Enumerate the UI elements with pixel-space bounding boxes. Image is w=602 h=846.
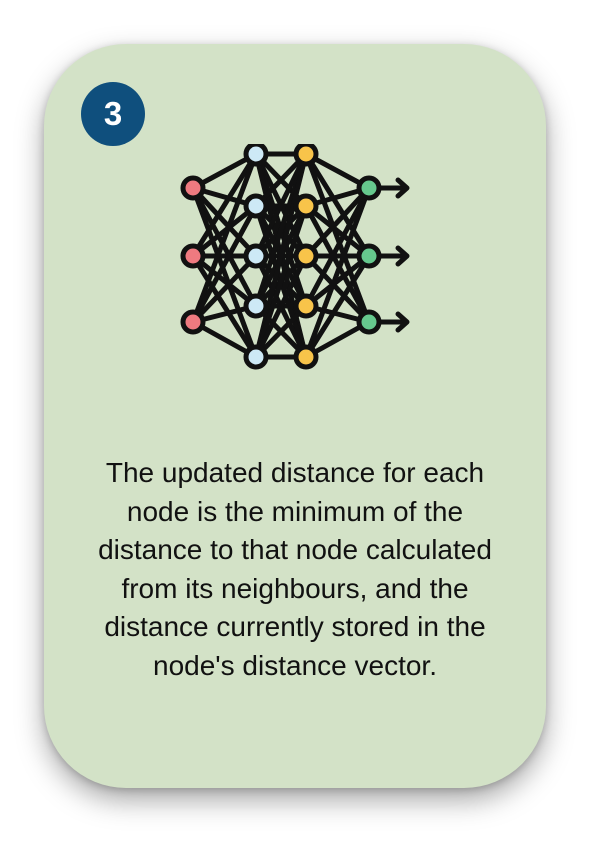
input-node [180, 243, 206, 269]
step-number-badge: 3 [81, 82, 145, 146]
hidden-node-b [293, 344, 319, 370]
output-node [356, 309, 382, 335]
hidden-node-b [293, 193, 319, 219]
input-node [180, 309, 206, 335]
step-description: The updated distance for each node is th… [98, 457, 492, 681]
hidden-node-b [293, 243, 319, 269]
neural-network-icon [180, 144, 410, 370]
network-edges [190, 151, 372, 360]
step-card: 3 The updated distance for each node is … [44, 44, 546, 788]
hidden-node-a [243, 293, 269, 319]
hidden-node-a [243, 243, 269, 269]
output-node [356, 175, 382, 201]
hidden-node-a [243, 144, 269, 167]
step-number: 3 [103, 95, 123, 132]
hidden-node-a [243, 193, 269, 219]
hidden-node-a [243, 344, 269, 370]
hidden-node-b [293, 293, 319, 319]
hidden-node-b [293, 144, 319, 167]
input-node [180, 175, 206, 201]
output-node [356, 243, 382, 269]
